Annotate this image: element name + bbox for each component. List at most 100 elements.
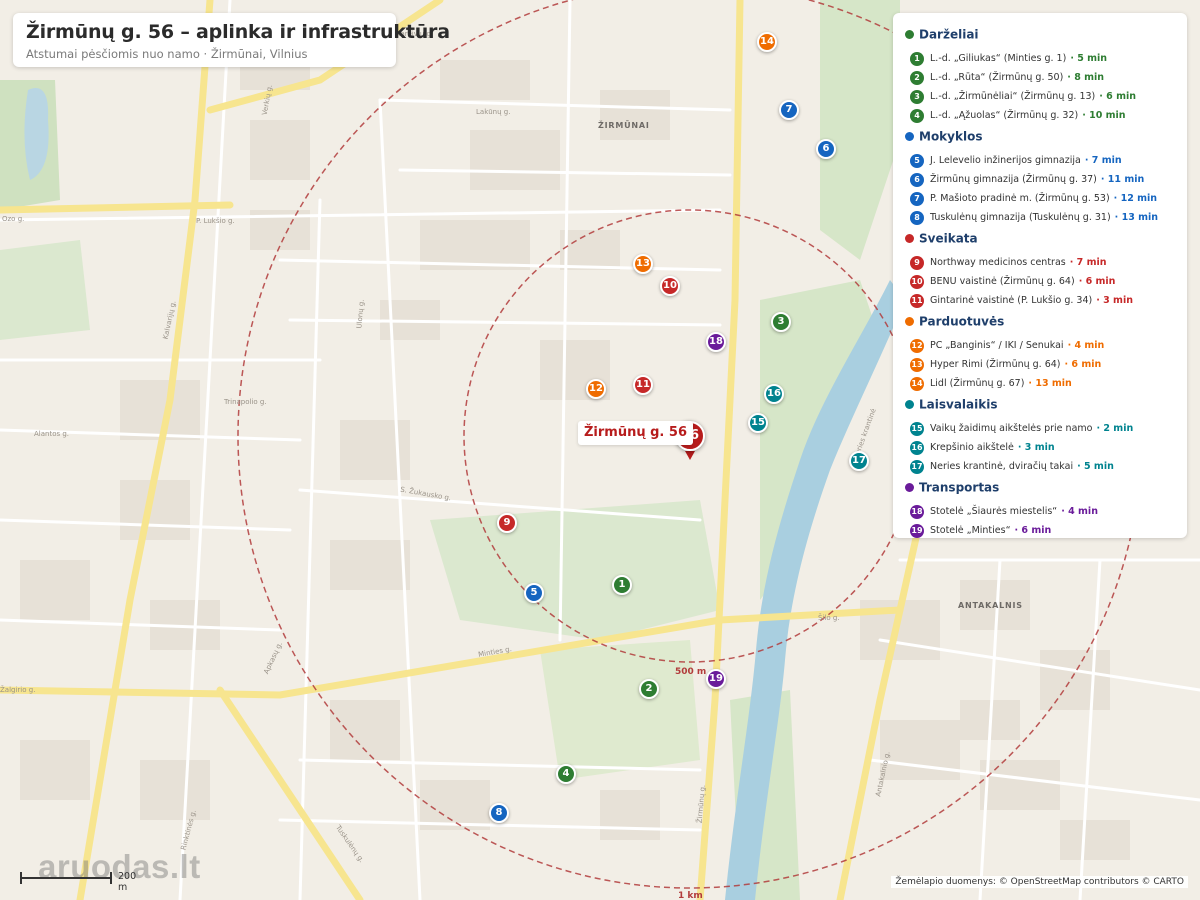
- legend-item[interactable]: 11 Gintarinė vaistinė (P. Lukšio g. 34) · …: [910, 290, 1133, 308]
- legend-item[interactable]: 2 L.-d. „Rūta“ (Žirmūnų g. 50) · 8 min: [910, 67, 1104, 85]
- legend-item-label: PC „Banginis“ / IKI / Senukai: [930, 340, 1064, 351]
- poi-marker-darzeliai[interactable]: 4: [556, 764, 576, 784]
- legend-item[interactable]: 17 Neries krantinė, dviračių takai · 5 min: [910, 456, 1114, 474]
- street-label: Žalgirio g.: [0, 686, 36, 694]
- legend-item-time: · 6 min: [1099, 91, 1136, 102]
- legend-category-label: Mokyklos: [919, 129, 983, 144]
- legend-item-time: · 13 min: [1028, 378, 1072, 389]
- poi-marker-mokyklos[interactable]: 5: [524, 583, 544, 603]
- legend-item-number: 9: [910, 255, 924, 270]
- poi-marker-parduotuves[interactable]: 12: [586, 379, 606, 399]
- legend-item-time: · 11 min: [1100, 174, 1145, 185]
- legend-item-number: 13: [910, 357, 924, 372]
- legend-item-label: Lidl (Žirmūnų g. 67): [930, 378, 1025, 389]
- legend-item-time: · 7 min: [1069, 257, 1107, 268]
- poi-marker-laisvalaikis[interactable]: 15: [748, 413, 768, 433]
- legend-item-time: · 5 min: [1070, 53, 1108, 64]
- scale-line: [20, 877, 112, 879]
- poi-marker-darzeliai[interactable]: 2: [639, 679, 659, 699]
- legend-item-number: 11: [910, 293, 924, 308]
- street-label: Lakūnų g.: [476, 108, 511, 116]
- legend-item[interactable]: 12 PC „Banginis“ / IKI / Senukai · 4 min: [910, 335, 1105, 353]
- legend-category-parduotuves: Parduotuvės: [905, 311, 1004, 329]
- legend-item[interactable]: 13 Hyper Rimi (Žirmūnų g. 64) · 6 min: [910, 354, 1102, 372]
- legend-item-number: 18: [910, 504, 924, 519]
- legend-category-label: Sveikata: [919, 231, 978, 246]
- legend-item-number: 6: [910, 172, 924, 187]
- legend-item-label: Krepšinio aikštelė: [930, 442, 1014, 453]
- poi-marker-darzeliai[interactable]: 1: [612, 575, 632, 595]
- legend-panel: Darželiai 1 L.-d. „Giliukas“ (Minties g. 1…: [893, 13, 1187, 538]
- street-label: Alantos g.: [34, 430, 70, 438]
- legend-item-number: 4: [910, 108, 924, 123]
- legend-item[interactable]: 6 Žirmūnų gimnazija (Žirmūnų g. 37) · 11 m…: [910, 169, 1145, 187]
- legend-item[interactable]: 4 L.-d. „Ąžuolas“ (Žirmūnų g. 32) · 10 min: [910, 105, 1126, 123]
- category-dot-icon: [905, 30, 914, 39]
- legend-item-number: 15: [910, 421, 924, 436]
- district-label: ANTAKALNIS: [958, 601, 1023, 610]
- legend-item[interactable]: 10 BENU vaistinė (Žirmūnų g. 64) · 6 min: [910, 271, 1115, 289]
- poi-marker-sveikata[interactable]: 11: [633, 375, 653, 395]
- poi-marker-sveikata[interactable]: 10: [660, 276, 680, 296]
- legend-item-label: L.-d. „Giliukas“ (Minties g. 1): [930, 53, 1067, 64]
- legend-item[interactable]: 9 Northway medicinos centras · 7 min: [910, 252, 1107, 270]
- legend-category-laisvalaikis: Laisvalaikis: [905, 394, 998, 412]
- legend-item-time: · 4 min: [1061, 506, 1098, 517]
- page-title: Žirmūnų g. 56 – aplinka ir infrastruktūr…: [26, 21, 450, 43]
- category-dot-icon: [905, 132, 914, 141]
- legend-item[interactable]: 7 P. Mašioto pradinė m. (Žirmūnų g. 53) · …: [910, 188, 1157, 206]
- street-label: Trinapolio g.: [224, 398, 267, 406]
- ring-label-500m: 500 m: [675, 667, 707, 677]
- page-subtitle: Atstumai pėsčiomis nuo namo · Žirmūnai, …: [26, 47, 308, 61]
- poi-marker-parduotuves[interactable]: 13: [633, 254, 653, 274]
- poi-marker-laisvalaikis[interactable]: 17: [849, 451, 869, 471]
- legend-item[interactable]: 19 Stotelė „Minties“ · 6 min: [910, 520, 1051, 538]
- poi-marker-mokyklos[interactable]: 8: [489, 803, 509, 823]
- legend-item[interactable]: 1 L.-d. „Giliukas“ (Minties g. 1) · 5 min: [910, 48, 1108, 66]
- poi-marker-mokyklos[interactable]: 7: [779, 100, 799, 120]
- poi-marker-laisvalaikis[interactable]: 16: [764, 384, 784, 404]
- legend-item-time: · 3 min: [1017, 442, 1055, 453]
- legend-item-time: · 3 min: [1096, 295, 1133, 306]
- district-label: ŽIRMŪNAI: [598, 121, 650, 130]
- legend-item-label: Tuskulėnų gimnazija (Tuskulėnų g. 31): [930, 212, 1111, 223]
- legend-item[interactable]: 16 Krepšinio aikštelė · 3 min: [910, 437, 1055, 455]
- home-pin-tail: [685, 451, 695, 460]
- legend-item-label: L.-d. „Ąžuolas“ (Žirmūnų g. 32): [930, 110, 1079, 121]
- legend-item[interactable]: 8 Tuskulėnų gimnazija (Tuskulėnų g. 31) · …: [910, 207, 1159, 225]
- legend-category-label: Transportas: [919, 480, 1000, 495]
- poi-marker-darzeliai[interactable]: 3: [771, 312, 791, 332]
- map-attribution[interactable]: Žemėlapio duomenys: © OpenStreetMap cont…: [891, 876, 1188, 888]
- poi-marker-parduotuves[interactable]: 14: [757, 32, 777, 52]
- category-dot-icon: [905, 400, 914, 409]
- legend-item-number: 3: [910, 89, 924, 104]
- legend-item-number: 5: [910, 153, 924, 168]
- poi-marker-sveikata[interactable]: 9: [497, 513, 517, 533]
- legend-item[interactable]: 18 Stotelė „Šiaurės miestelis“ · 4 min: [910, 501, 1098, 519]
- legend-item-label: Vaikų žaidimų aikštelės prie namo: [930, 423, 1093, 434]
- street-label: Ozo g.: [2, 215, 25, 223]
- legend-item[interactable]: 15 Vaikų žaidimų aikštelės prie namo · 2 m…: [910, 418, 1133, 436]
- legend-item-label: L.-d. „Žirmūnėliai“ (Žirmūnų g. 13): [930, 91, 1096, 102]
- legend-item-number: 17: [910, 459, 924, 474]
- category-dot-icon: [905, 483, 914, 492]
- poi-marker-transportas[interactable]: 18: [706, 332, 726, 352]
- legend-item-number: 16: [910, 440, 924, 455]
- category-dot-icon: [905, 317, 914, 326]
- legend-item-time: · 4 min: [1067, 340, 1105, 351]
- title-card: Žirmūnų g. 56 – aplinka ir infrastruktūr…: [13, 13, 450, 67]
- legend-item-time: · 6 min: [1064, 359, 1102, 370]
- legend-item-time: · 13 min: [1114, 212, 1159, 223]
- legend-item-number: 2: [910, 70, 924, 85]
- legend-item[interactable]: 3 L.-d. „Žirmūnėliai“ (Žirmūnų g. 13) · 6 …: [910, 86, 1136, 104]
- poi-marker-mokyklos[interactable]: 6: [816, 139, 836, 159]
- legend-item-label: Stotelė „Minties“: [930, 525, 1011, 536]
- legend-item[interactable]: 5 J. Lelevelio inžinerijos gimnazija · 7 m…: [910, 150, 1122, 168]
- legend-item-number: 8: [910, 210, 924, 225]
- legend-category-darzeliai: Darželiai: [905, 24, 979, 42]
- legend-category-label: Laisvalaikis: [919, 397, 998, 412]
- legend-item[interactable]: 14 Lidl (Žirmūnų g. 67) · 13 min: [910, 373, 1072, 391]
- scale-bar: 200 m: [20, 870, 140, 893]
- legend-item-time: · 5 min: [1077, 461, 1114, 472]
- poi-marker-transportas[interactable]: 19: [706, 669, 726, 689]
